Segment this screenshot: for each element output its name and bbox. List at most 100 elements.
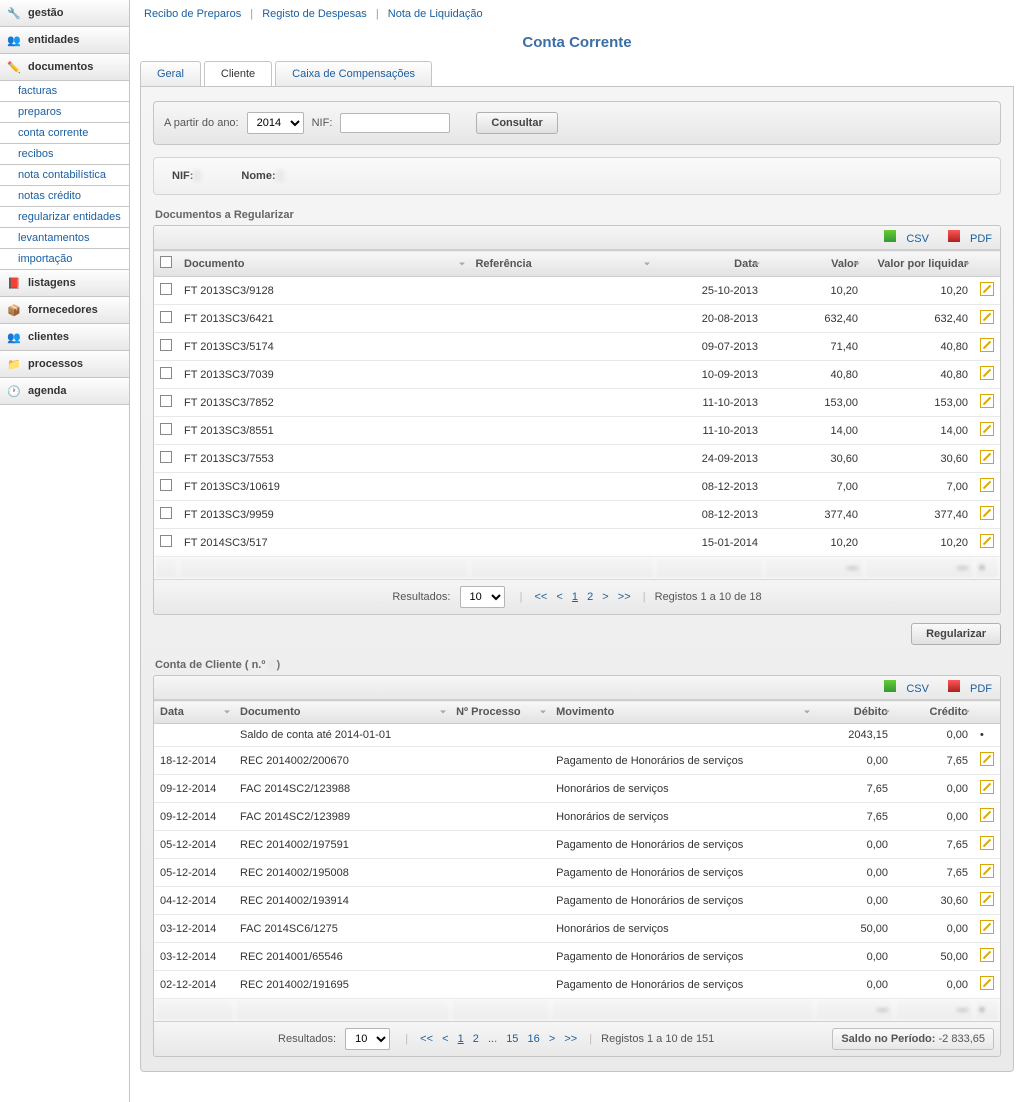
- nif-input[interactable]: [340, 113, 450, 133]
- page2-next[interactable]: >: [549, 1033, 555, 1045]
- edit-row[interactable]: [974, 501, 1000, 529]
- edit-row[interactable]: [974, 445, 1000, 473]
- people-icon: 👥: [6, 329, 22, 345]
- table-row: 05-12-2014REC 2014002/197591Pagamento de…: [154, 831, 1000, 859]
- edit-row[interactable]: [974, 529, 1000, 557]
- row-checkbox[interactable]: [154, 333, 178, 361]
- sidebar-item-gestao[interactable]: 🔧gestão: [0, 0, 129, 27]
- regularizar-button[interactable]: Regularizar: [911, 623, 1001, 645]
- col-documento[interactable]: Documento: [178, 251, 469, 277]
- page-1[interactable]: 1: [572, 591, 578, 603]
- edit-row[interactable]: [974, 915, 1000, 943]
- tab-geral[interactable]: Geral: [140, 61, 201, 86]
- edit-row[interactable]: [974, 943, 1000, 971]
- page-size-1[interactable]: 10: [460, 586, 505, 608]
- page-2[interactable]: 2: [587, 591, 593, 603]
- export-pdf-2[interactable]: PDF: [940, 683, 992, 695]
- tabs: Geral Cliente Caixa de Compensações: [140, 61, 1014, 87]
- clock-icon: 🕐: [6, 383, 22, 399]
- page2-16[interactable]: 16: [528, 1033, 540, 1045]
- page-next[interactable]: >: [602, 591, 608, 603]
- col-valor[interactable]: Valor: [764, 251, 864, 277]
- edit-row[interactable]: [974, 971, 1000, 999]
- col-valor-liquidar[interactable]: Valor por liquidar: [864, 251, 974, 277]
- row-checkbox[interactable]: [154, 389, 178, 417]
- edit-row[interactable]: [974, 775, 1000, 803]
- table-row: 02-12-2014REC 2014002/191695Pagamento de…: [154, 971, 1000, 999]
- sidebar-sub-facturas[interactable]: facturas: [0, 81, 129, 102]
- edit-icon: [980, 394, 994, 408]
- page-first[interactable]: <<: [534, 591, 547, 603]
- row-checkbox[interactable]: [154, 501, 178, 529]
- tab-panel: A partir do ano: 2014 NIF: Consultar NIF…: [140, 87, 1014, 1072]
- edit-row[interactable]: [974, 389, 1000, 417]
- sidebar-sub-regularizar-entidades[interactable]: regularizar entidades: [0, 207, 129, 228]
- sidebar-sub-preparos[interactable]: preparos: [0, 102, 129, 123]
- page2-last[interactable]: >>: [564, 1033, 577, 1045]
- edit-row[interactable]: [974, 361, 1000, 389]
- col-checkbox[interactable]: [154, 251, 178, 277]
- account-number[interactable]: [268, 659, 276, 671]
- row-checkbox[interactable]: [154, 529, 178, 557]
- sidebar-item-entidades[interactable]: 👥entidades: [0, 27, 129, 54]
- page2-15[interactable]: 15: [506, 1033, 518, 1045]
- sidebar-sub-recibos[interactable]: recibos: [0, 144, 129, 165]
- tab-caixa[interactable]: Caixa de Compensações: [275, 61, 432, 86]
- export-pdf[interactable]: PDF: [940, 233, 992, 245]
- link-recibo-preparos[interactable]: Recibo de Preparos: [144, 8, 241, 20]
- edit-row[interactable]: [974, 859, 1000, 887]
- col-data[interactable]: Data: [654, 251, 764, 277]
- sidebar-sub-importação[interactable]: importação: [0, 249, 129, 270]
- page2-1[interactable]: 1: [458, 1033, 464, 1045]
- consultar-button[interactable]: Consultar: [476, 112, 557, 134]
- row-checkbox[interactable]: [154, 473, 178, 501]
- link-nota-liquidacao[interactable]: Nota de Liquidação: [388, 8, 483, 20]
- link-registo-despesas[interactable]: Registo de Despesas: [262, 8, 367, 20]
- col2-documento[interactable]: Documento: [234, 701, 450, 724]
- edit-row[interactable]: [974, 747, 1000, 775]
- row-checkbox[interactable]: [154, 277, 178, 305]
- year-select[interactable]: 2014: [247, 112, 304, 134]
- row-checkbox[interactable]: [154, 445, 178, 473]
- pencil-icon: ✏️: [6, 59, 22, 75]
- sidebar-sub-levantamentos[interactable]: levantamentos: [0, 228, 129, 249]
- info-nif-value: [193, 170, 201, 182]
- edit-row[interactable]: [974, 333, 1000, 361]
- col2-credito[interactable]: Crédito: [894, 701, 974, 724]
- row-checkbox[interactable]: [154, 305, 178, 333]
- sidebar-sub-notas-crédito[interactable]: notas crédito: [0, 186, 129, 207]
- edit-row[interactable]: [974, 803, 1000, 831]
- export-csv-2[interactable]: CSV: [876, 683, 929, 695]
- edit-row[interactable]: [974, 277, 1000, 305]
- sidebar-item-processos[interactable]: 📁processos: [0, 351, 129, 378]
- edit-row[interactable]: [974, 887, 1000, 915]
- col-referencia[interactable]: Referência: [469, 251, 654, 277]
- col2-processo[interactable]: Nº Processo: [450, 701, 550, 724]
- sidebar-sub-nota-contabilística[interactable]: nota contabilística: [0, 165, 129, 186]
- sidebar-item-clientes[interactable]: 👥clientes: [0, 324, 129, 351]
- col2-movimento[interactable]: Movimento: [550, 701, 814, 724]
- tab-cliente[interactable]: Cliente: [204, 61, 272, 86]
- edit-row[interactable]: [974, 305, 1000, 333]
- row-checkbox[interactable]: [154, 361, 178, 389]
- sidebar-item-fornecedores[interactable]: 📦fornecedores: [0, 297, 129, 324]
- page2-prev[interactable]: <: [442, 1033, 448, 1045]
- sidebar-item-listagens[interactable]: 📕listagens: [0, 270, 129, 297]
- sidebar-sub-conta-corrente[interactable]: conta corrente: [0, 123, 129, 144]
- page2-2[interactable]: 2: [473, 1033, 479, 1045]
- edit-row[interactable]: [974, 831, 1000, 859]
- edit-row[interactable]: [974, 473, 1000, 501]
- edit-icon: [980, 864, 994, 878]
- page2-first[interactable]: <<: [420, 1033, 433, 1045]
- page-size-2[interactable]: 10: [345, 1028, 390, 1050]
- sidebar-item-documentos[interactable]: ✏️documentos: [0, 54, 129, 81]
- edit-row[interactable]: [974, 417, 1000, 445]
- col2-data[interactable]: Data: [154, 701, 234, 724]
- page-last[interactable]: >>: [618, 591, 631, 603]
- sidebar-item-agenda[interactable]: 🕐agenda: [0, 378, 129, 405]
- col2-debito[interactable]: Débito: [814, 701, 894, 724]
- export-csv[interactable]: CSV: [876, 233, 929, 245]
- edit-icon: [980, 366, 994, 380]
- row-checkbox[interactable]: [154, 417, 178, 445]
- page-prev[interactable]: <: [556, 591, 562, 603]
